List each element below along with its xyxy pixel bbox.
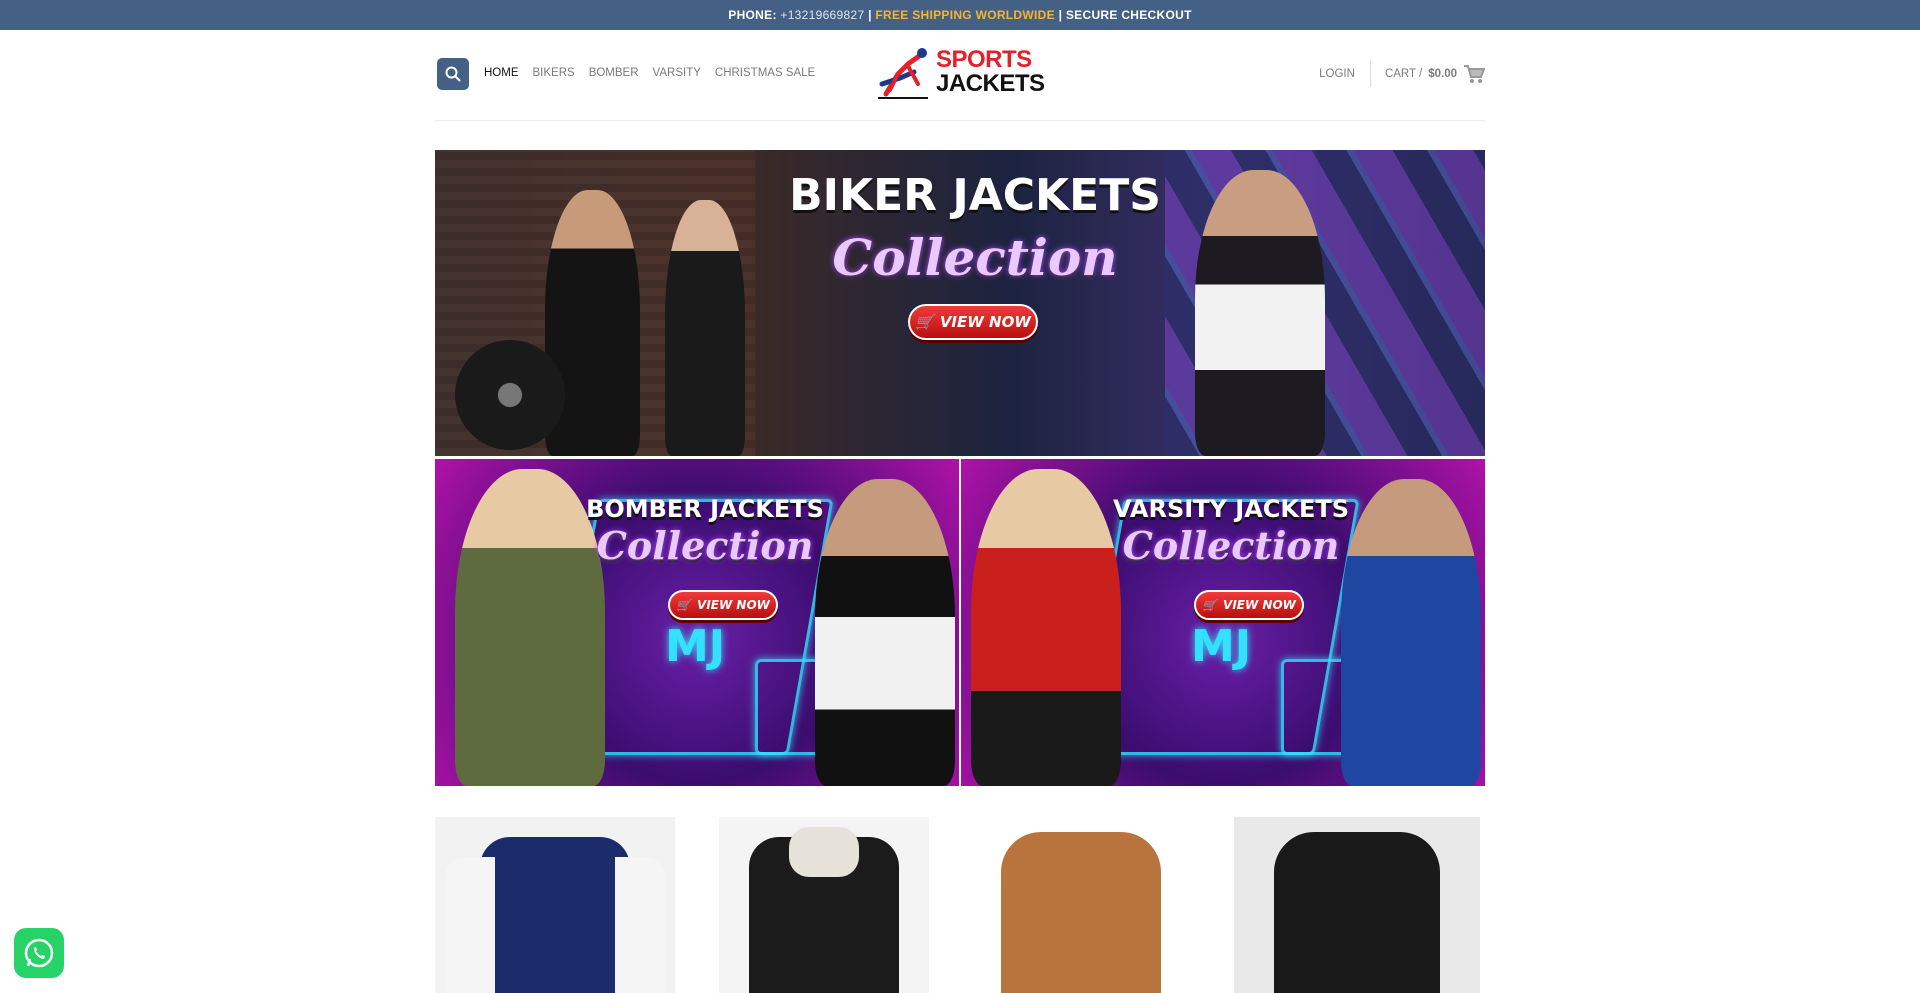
- main-nav: HOME BIKERS BOMBER VARSITY CHRISTMAS SAL…: [484, 67, 815, 79]
- product-image-brown-leather[interactable]: [981, 817, 1181, 993]
- banner-title: VARSITY JACKETS: [1112, 495, 1350, 523]
- logo-line-2: JACKETS: [936, 70, 1045, 97]
- jacket-shape: [1274, 832, 1440, 993]
- jacket-shape: [480, 837, 630, 993]
- nav-item-bikers[interactable]: BIKERS: [533, 67, 575, 79]
- secure-checkout-text: SECURE CHECKOUT: [1065, 8, 1192, 22]
- view-now-button[interactable]: 🛒 VIEW NOW: [668, 590, 778, 620]
- sleeve-shape: [615, 857, 665, 993]
- banner-biker-jackets[interactable]: BIKER JACKETS Collection 🛒 VIEW NOW: [435, 150, 1485, 456]
- cart-icon: [1464, 65, 1485, 83]
- banner-title: BOMBER JACKETS: [586, 495, 824, 523]
- phone-number[interactable]: +13219669827: [777, 8, 868, 22]
- whatsapp-icon: [24, 938, 54, 968]
- account-area: LOGIN CART / $0.00: [1319, 58, 1485, 90]
- site-logo[interactable]: SPORTS JACKETS: [878, 44, 1048, 102]
- banner-script: Collection: [1122, 523, 1340, 568]
- banner-bomber-jackets[interactable]: MJ BOMBER JACKETS Collection 🛒 VIEW NOW: [435, 459, 959, 786]
- view-now-label: VIEW NOW: [1223, 598, 1296, 612]
- mj-emblem: MJ: [1191, 621, 1252, 672]
- product-image-black-leather[interactable]: [1234, 817, 1480, 993]
- banner-varsity-jackets[interactable]: MJ VARSITY JACKETS Collection 🛒 VIEW NOW: [961, 459, 1485, 786]
- view-now-button[interactable]: 🛒 VIEW NOW: [908, 304, 1038, 340]
- cart-icon: 🛒: [676, 598, 692, 612]
- nav-item-christmas-sale[interactable]: CHRISTMAS SALE: [715, 67, 815, 79]
- cart-icon: 🛒: [1202, 598, 1218, 612]
- sleeve-shape: [445, 857, 495, 993]
- phone-label: PHONE:: [728, 8, 777, 22]
- separator: |: [868, 8, 876, 22]
- cart-label: CART /: [1384, 68, 1423, 80]
- nav-item-varsity[interactable]: VARSITY: [653, 67, 701, 79]
- runner-logo-icon: [878, 48, 928, 99]
- cart-total: $0.00: [1428, 68, 1457, 80]
- login-link[interactable]: LOGIN: [1319, 68, 1370, 80]
- product-image-varsity[interactable]: [435, 817, 675, 993]
- cart-link[interactable]: CART / $0.00: [1385, 64, 1485, 84]
- banner-title: BIKER JACKETS: [789, 170, 1161, 221]
- collar-shape: [789, 827, 859, 877]
- logo-line-1: SPORTS: [936, 46, 1032, 73]
- banner-script: Collection: [596, 523, 814, 568]
- nav-item-bomber[interactable]: BOMBER: [589, 67, 639, 79]
- free-shipping-text: FREE SHIPPING WORLDWIDE: [875, 8, 1055, 22]
- view-now-label: VIEW NOW: [939, 313, 1031, 331]
- mj-emblem: MJ: [665, 621, 726, 672]
- view-now-label: VIEW NOW: [697, 598, 770, 612]
- banner-script: Collection: [832, 228, 1118, 287]
- jacket-shape: [1001, 832, 1161, 993]
- product-image-shearling[interactable]: [719, 817, 929, 993]
- view-now-button[interactable]: 🛒 VIEW NOW: [1194, 590, 1304, 620]
- nav-item-home[interactable]: HOME: [484, 67, 519, 79]
- top-announcement-bar: PHONE: +13219669827 | FREE SHIPPING WORL…: [0, 0, 1920, 30]
- cart-icon: 🛒: [915, 313, 934, 331]
- whatsapp-chat-button[interactable]: [14, 928, 64, 978]
- motorcycle-image: [455, 340, 565, 450]
- site-header: HOME BIKERS BOMBER VARSITY CHRISTMAS SAL…: [435, 30, 1485, 121]
- search-icon: [445, 66, 461, 82]
- separator: |: [1054, 8, 1066, 22]
- search-button[interactable]: [437, 58, 469, 90]
- divider: [1369, 61, 1371, 87]
